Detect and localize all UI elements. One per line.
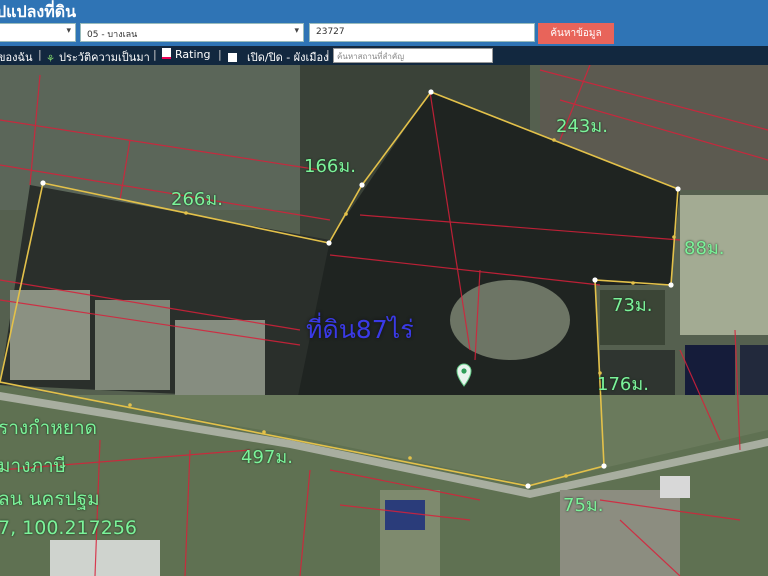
info-province: ลน นครปฐม [0, 488, 100, 510]
district-select[interactable]: 05 - บางเลน ▾ [80, 23, 304, 42]
satellite-map[interactable] [0, 0, 768, 576]
distance-label: 73ม. [612, 295, 653, 316]
parcel-number-value: 23727 [316, 27, 345, 37]
distance-label: 75ม. [563, 495, 604, 516]
chart-icon [162, 48, 171, 59]
parcel-number-input[interactable]: 23727 [309, 23, 535, 42]
chevron-down-icon: ▾ [66, 26, 71, 36]
info-coordinates: 7, 100.217256 [0, 517, 138, 539]
info-district: มางภาษี [0, 455, 67, 477]
toolbar-item-rating[interactable]: Rating [162, 48, 210, 61]
toolbar-item-history[interactable]: ⚘ ประวัติความเป็นมา [46, 48, 150, 66]
toolbar-item-history-label: ประวัติความเป็นมา [58, 51, 150, 64]
distance-label: 266ม. [171, 189, 223, 210]
toolbar-item-mine[interactable]: ของฉัน [0, 48, 33, 66]
seedling-icon: ⚘ [46, 54, 55, 65]
info-subdistrict: รางกำหยาด [0, 417, 97, 439]
place-search-input[interactable]: ค้นหาสถานที่สำคัญ [333, 48, 493, 63]
toolbar-item-cityplan[interactable]: เปิด/ปิด - ผังเมือง [228, 48, 329, 66]
toolbar-item-rating-label: Rating [175, 48, 211, 61]
province-select[interactable]: ▾ [0, 23, 76, 42]
district-select-value: 05 - บางเลน [87, 30, 138, 40]
distance-label: 176ม. [597, 374, 649, 395]
toolbar-item-cityplan-label: เปิด/ปิด - ผังเมือง [247, 51, 329, 64]
distance-label: 166ม. [304, 156, 356, 177]
page-title: ปแปลงที่ดิน [0, 2, 77, 21]
distance-label: 497ม. [241, 447, 293, 468]
search-button[interactable]: ค้นหาข้อมูล [538, 23, 614, 44]
chevron-down-icon: ▾ [294, 26, 299, 36]
area-label: ที่ดิน87ไร่ [306, 315, 414, 344]
distance-label: 243ม. [556, 116, 608, 137]
distance-label: 88ม. [684, 238, 725, 259]
square-icon [228, 53, 237, 62]
